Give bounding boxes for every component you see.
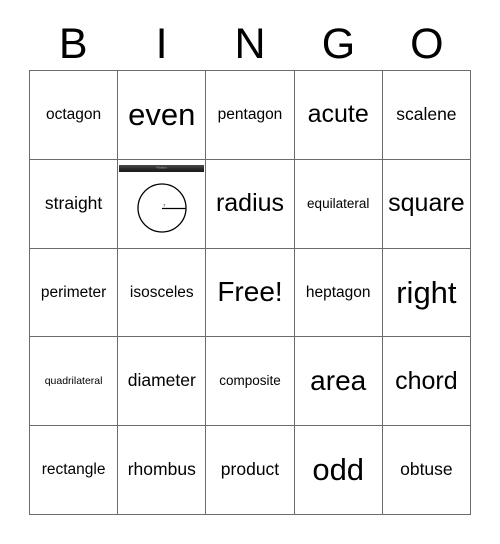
bingo-cell-label: equilateral <box>307 195 370 211</box>
bingo-cell-label: product <box>220 459 280 480</box>
bingo-cell-label: composite <box>219 373 281 389</box>
bingo-cell-label: perimeter <box>40 283 107 301</box>
bingo-cell[interactable]: radius <box>206 159 295 249</box>
bingo-cell[interactable]: octagon <box>30 71 119 160</box>
bingo-cell-label: obtuse <box>400 459 453 480</box>
bingo-cell[interactable]: rhombus <box>118 426 207 515</box>
bingo-card: B I N G O octagon even pentagon acute sc… <box>0 0 500 544</box>
circle-radius-diagram: Radius r <box>119 164 205 245</box>
bingo-cell-label: area <box>310 365 367 397</box>
bingo-cell[interactable]: product <box>206 426 295 515</box>
bingo-cell-label: rhombus <box>127 459 196 480</box>
bingo-cell[interactable]: equilateral <box>294 159 383 249</box>
bingo-cell[interactable]: quadrilateral <box>30 337 119 427</box>
bingo-cell-label: isosceles <box>129 283 194 301</box>
bingo-cell[interactable]: heptagon <box>294 248 383 338</box>
header-letter-n: N <box>234 19 266 68</box>
bingo-cell[interactable]: chord <box>382 337 471 427</box>
bingo-cell[interactable]: composite <box>206 337 295 427</box>
bingo-cell[interactable]: pentagon <box>206 71 295 160</box>
bingo-grid: octagon even pentagon acute scalene stra… <box>29 70 471 515</box>
bingo-header: B I N G O <box>29 18 471 70</box>
bingo-cell-label: straight <box>44 192 103 213</box>
bingo-cell[interactable]: rectangle <box>30 426 119 515</box>
bingo-cell[interactable]: odd <box>294 426 383 515</box>
bingo-cell[interactable]: right <box>382 248 471 338</box>
bingo-cell[interactable]: scalene <box>382 71 471 160</box>
bingo-cell-label: Free! <box>217 276 283 308</box>
bingo-cell-label: odd <box>312 452 365 488</box>
radius-label: r <box>163 204 165 209</box>
image-toolbar: Radius <box>119 164 205 172</box>
bingo-cell-label: octagon <box>46 106 102 123</box>
bingo-cell[interactable]: area <box>294 337 383 427</box>
bingo-cell-label: chord <box>395 366 458 395</box>
bingo-cell-label: even <box>128 97 196 133</box>
bingo-cell-image[interactable]: Radius r <box>118 159 207 249</box>
bingo-cell-label: square <box>388 188 465 217</box>
bingo-cell[interactable]: obtuse <box>382 426 471 515</box>
bingo-cell-label: pentagon <box>217 106 283 123</box>
bingo-cell-label: acute <box>307 100 369 129</box>
bingo-cell[interactable]: square <box>382 159 471 249</box>
circle-icon: r <box>137 183 187 233</box>
header-letter-g: G <box>321 19 356 68</box>
header-letter-o: O <box>410 19 444 68</box>
bingo-cell-label: right <box>396 274 457 310</box>
image-toolbar-label: Radius <box>156 165 168 170</box>
header-letter-b: B <box>58 19 88 68</box>
bingo-cell-label: rectangle <box>41 461 106 479</box>
image-body: r <box>119 171 205 245</box>
bingo-cell-label: heptagon <box>305 283 371 301</box>
bingo-cell[interactable]: diameter <box>118 337 207 427</box>
bingo-cell-free[interactable]: Free! <box>206 248 295 338</box>
bingo-cell-label: diameter <box>127 370 196 391</box>
bingo-cell[interactable]: acute <box>294 71 383 160</box>
bingo-cell-label: quadrilateral <box>44 374 103 387</box>
bingo-cell[interactable]: straight <box>30 159 119 249</box>
header-letter-i: I <box>155 19 168 68</box>
bingo-cell-label: radius <box>215 188 285 217</box>
bingo-cell[interactable]: perimeter <box>30 248 119 338</box>
bingo-cell[interactable]: even <box>118 71 207 160</box>
bingo-cell[interactable]: isosceles <box>118 248 207 338</box>
bingo-cell-label: scalene <box>396 103 457 124</box>
